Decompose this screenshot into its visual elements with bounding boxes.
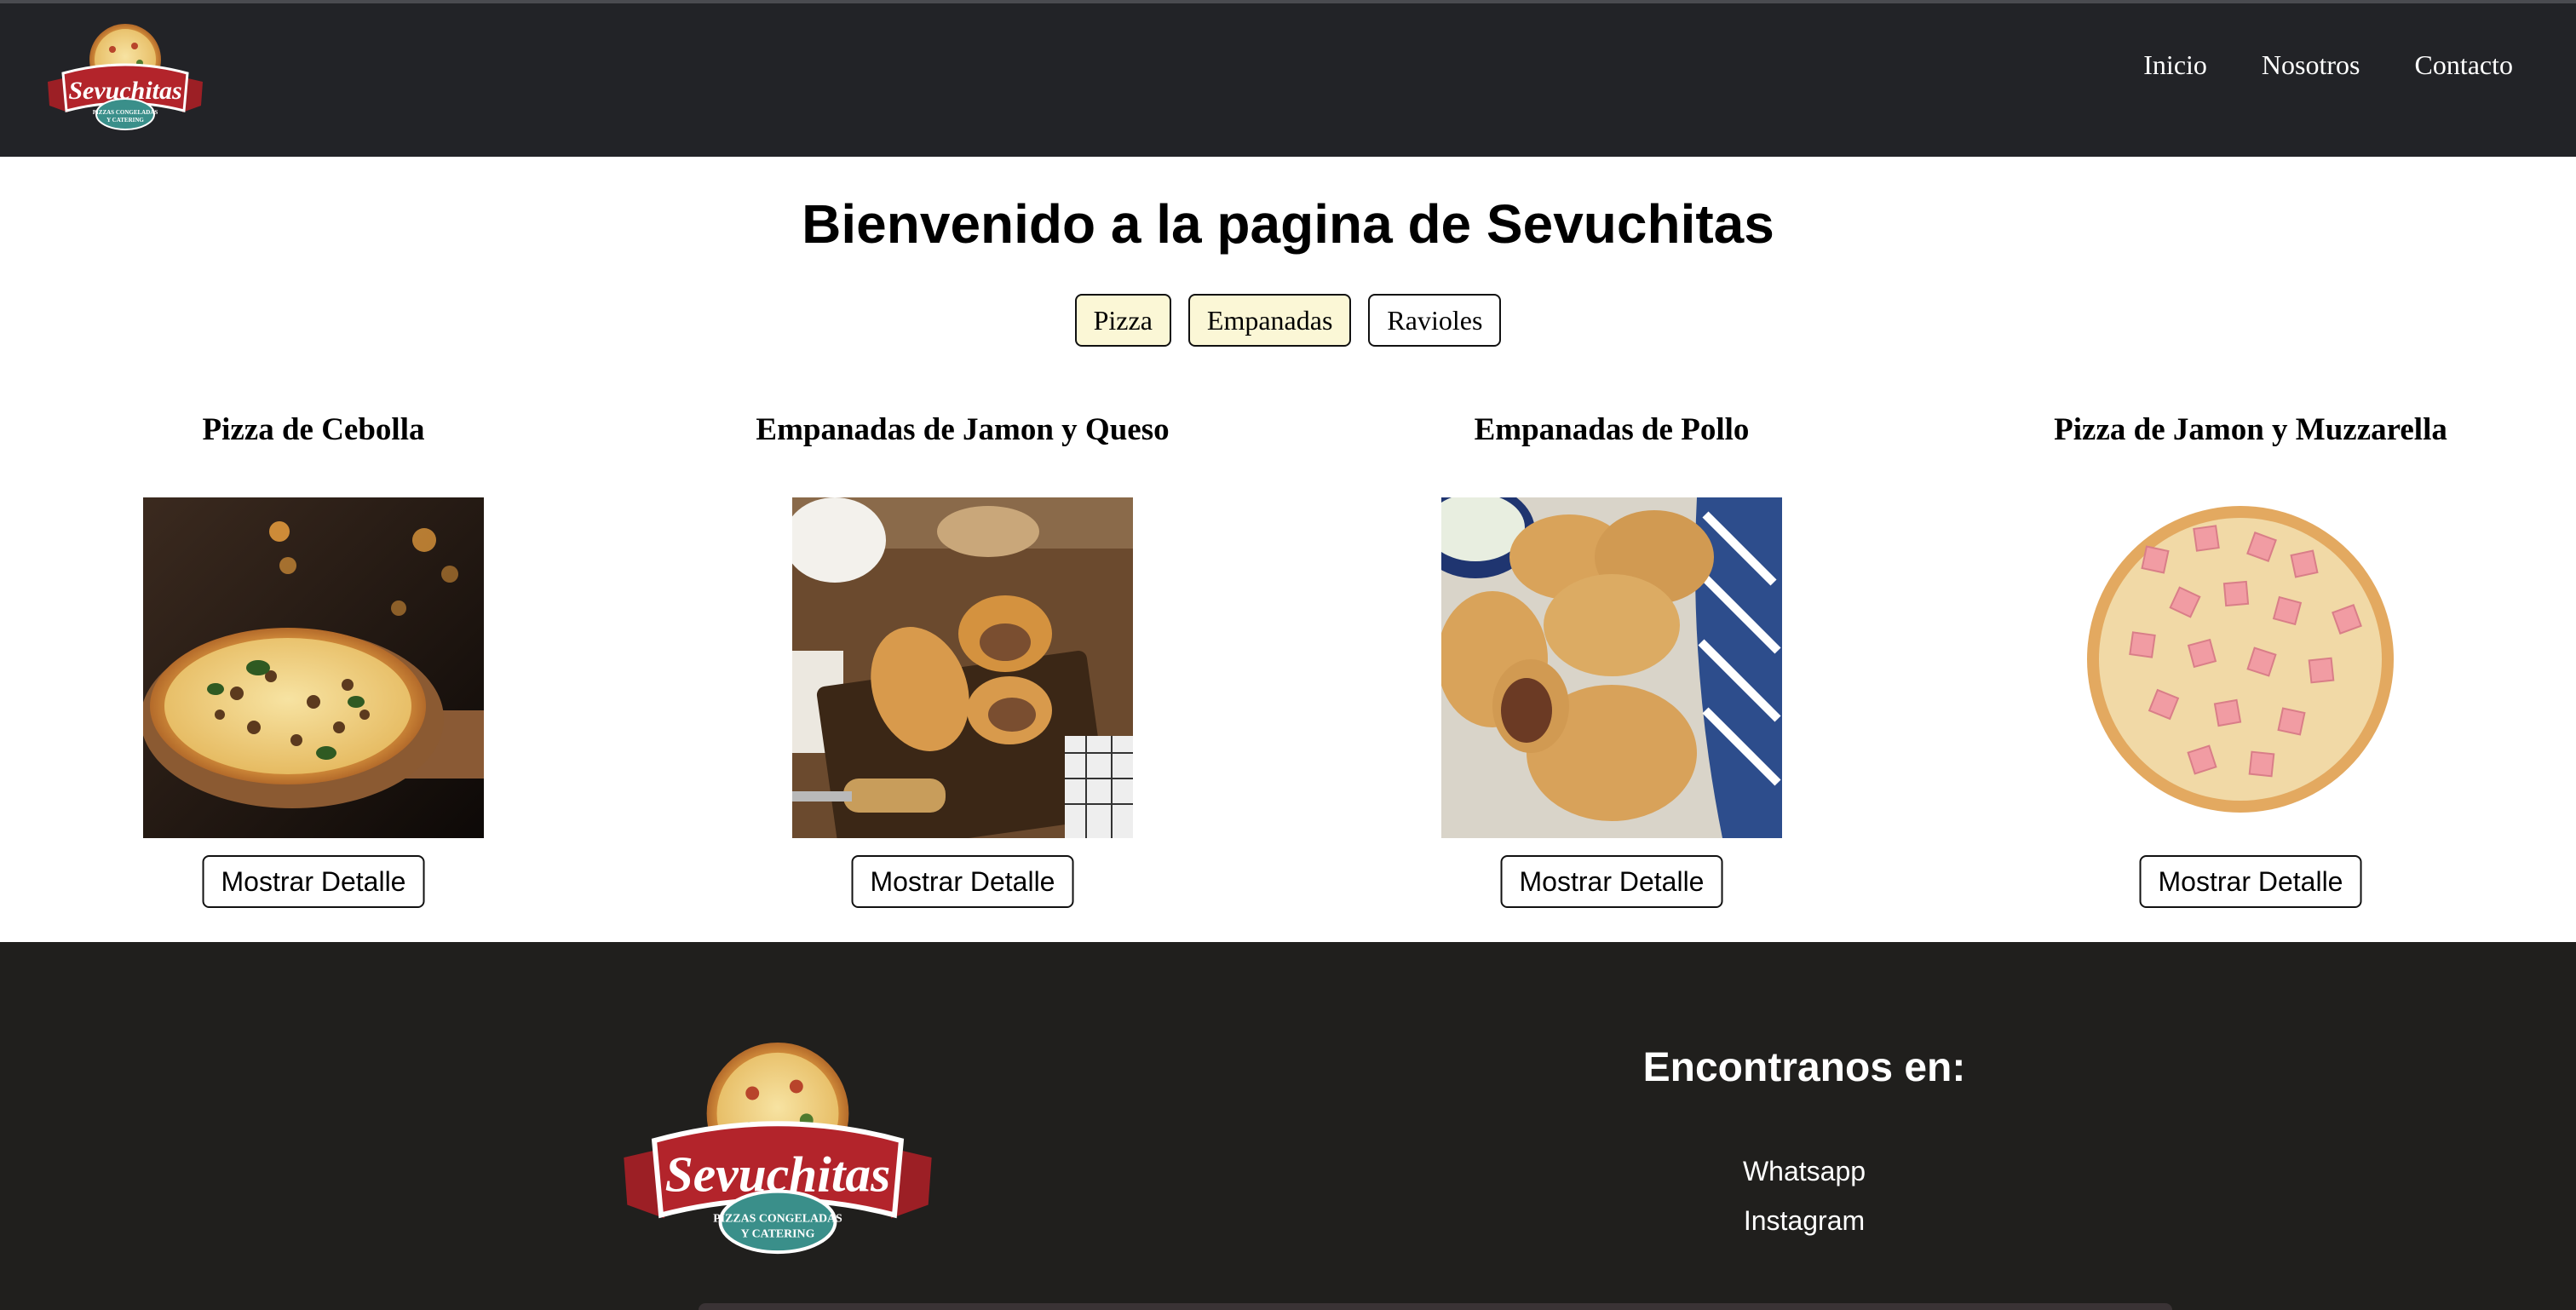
product-card: Empanadas de Jamon y Queso Mostrar Detal…: [664, 411, 1261, 908]
show-detail-button[interactable]: Mostrar Detalle: [202, 855, 425, 908]
page-title: Bienvenido a la pagina de Sevuchitas: [802, 193, 1774, 255]
product-card: Pizza de Jamon y Muzzarella Mostrar Deta…: [1952, 411, 2549, 908]
filter-empanadas-button[interactable]: Empanadas: [1187, 294, 1352, 347]
nav-links: Inicio Nosotros Contacto: [2143, 49, 2513, 81]
brand-logo-icon: Sevuchitas PIZZAS CONGELADAS Y CATERING: [48, 24, 203, 130]
product-card: Pizza de Cebolla Mostrar Detalle: [15, 411, 612, 908]
navbar: Sevuchitas PIZZAS CONGELADAS Y CATERING …: [0, 0, 2576, 157]
product-card: Empanadas de Pollo Mostrar Detalle: [1314, 411, 1910, 908]
product-title: Empanadas de Jamon y Queso: [756, 412, 1170, 447]
product-title: Pizza de Jamon y Muzzarella: [2054, 412, 2447, 447]
nav-link-contacto[interactable]: Contacto: [2414, 49, 2513, 81]
nav-link-nosotros[interactable]: Nosotros: [2262, 49, 2360, 81]
svg-text:PIZZAS CONGELADAS: PIZZAS CONGELADAS: [93, 109, 158, 116]
ham-cheese-empanadas-photo-icon: [792, 497, 1133, 838]
svg-text:Sevuchitas: Sevuchitas: [68, 77, 181, 105]
instagram-link[interactable]: Instagram: [1463, 1196, 2145, 1245]
chicken-empanadas-photo-icon: [1441, 497, 1782, 838]
show-detail-button[interactable]: Mostrar Detalle: [2139, 855, 2362, 908]
product-title: Pizza de Cebolla: [202, 412, 425, 447]
whatsapp-link[interactable]: Whatsapp: [1463, 1146, 2145, 1196]
footer-social-links: Whatsapp Instagram: [1463, 1146, 2145, 1245]
footer-logo-icon: Sevuchitas PIZZAS CONGELADAS Y CATERING: [624, 1042, 932, 1255]
footer-brand-logo: Sevuchitas PIZZAS CONGELADAS Y CATERING: [615, 1036, 940, 1266]
svg-text:Y CATERING: Y CATERING: [741, 1227, 815, 1240]
onion-pizza-photo-icon: [143, 497, 484, 838]
category-filters: Pizza Empanadas Ravioles: [0, 294, 2576, 347]
show-detail-button[interactable]: Mostrar Detalle: [1500, 855, 1723, 908]
svg-text:PIZZAS CONGELADAS: PIZZAS CONGELADAS: [713, 1212, 842, 1225]
ham-mozzarella-pizza-photo-icon: [2080, 497, 2421, 838]
footer: Sevuchitas PIZZAS CONGELADAS Y CATERING …: [0, 942, 2576, 1310]
svg-text:Sevuchitas: Sevuchitas: [665, 1146, 891, 1203]
filter-ravioles-button[interactable]: Ravioles: [1368, 294, 1502, 347]
brand-logo[interactable]: Sevuchitas PIZZAS CONGELADAS Y CATERING: [44, 20, 206, 136]
nav-link-inicio[interactable]: Inicio: [2143, 49, 2207, 81]
filter-pizza-button[interactable]: Pizza: [1074, 294, 1171, 347]
show-detail-button[interactable]: Mostrar Detalle: [851, 855, 1074, 908]
window-bottom-edge: [699, 1303, 2172, 1310]
product-title: Empanadas de Pollo: [1474, 412, 1750, 447]
svg-text:Y CATERING: Y CATERING: [106, 117, 144, 124]
footer-title: Encontranos en:: [1642, 1045, 1966, 1090]
